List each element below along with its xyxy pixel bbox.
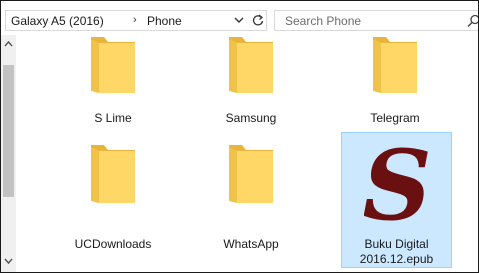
folder-icon	[226, 145, 276, 208]
search-icon[interactable]	[467, 14, 478, 28]
refresh-icon[interactable]	[250, 13, 266, 28]
folder-icon	[370, 37, 420, 98]
svg-text:S: S	[364, 139, 430, 227]
search-input[interactable]: Search Phone	[274, 10, 478, 31]
address-bar[interactable]: Galaxy A5 (2016) › Phone	[5, 10, 267, 31]
folder-item-whatsapp[interactable]: WhatsApp	[195, 141, 307, 267]
vertical-scrollbar[interactable]	[1, 35, 16, 272]
item-label-line-1: Buku Digital	[364, 237, 429, 251]
item-label: Telegram	[370, 111, 420, 125]
breadcrumb-separator-icon[interactable]: ›	[133, 13, 137, 27]
folder-item-samsung[interactable]: Samsung	[195, 35, 307, 135]
folder-item-s-lime[interactable]: S Lime	[57, 35, 169, 135]
item-label-line-2: 2016.12.epub	[359, 252, 434, 266]
folder-icon	[226, 37, 276, 98]
folder-icon	[88, 145, 138, 208]
item-label: Samsung	[225, 111, 277, 125]
chevron-down-icon[interactable]	[232, 13, 246, 28]
epub-book-icon: S	[362, 129, 431, 242]
file-list: S Lime Samsung Telegram UCDownloads What…	[16, 35, 478, 272]
breadcrumb-galaxy-a5[interactable]: Galaxy A5 (2016)	[11, 14, 104, 28]
item-label: WhatsApp	[223, 237, 279, 251]
item-label: S Lime	[94, 111, 132, 125]
toolbar: Galaxy A5 (2016) › Phone Search Phone	[1, 1, 478, 35]
folder-icon	[88, 37, 138, 98]
file-explorer-window: Galaxy A5 (2016) › Phone Search Phone S …	[0, 0, 479, 273]
search-placeholder: Search Phone	[285, 14, 362, 28]
scroll-up-arrow-icon[interactable]	[1, 37, 16, 51]
scroll-down-arrow-icon[interactable]	[1, 254, 16, 268]
scroll-thumb[interactable]	[3, 65, 14, 197]
item-label: UCDownloads	[74, 237, 152, 251]
file-item-buku-digital-epub[interactable]: S Buku Digital 2016.12.epub	[341, 129, 452, 268]
folder-item-ucdownloads[interactable]: UCDownloads	[57, 141, 169, 267]
folder-item-telegram[interactable]: Telegram	[339, 35, 451, 135]
breadcrumb-phone[interactable]: Phone	[147, 14, 182, 28]
